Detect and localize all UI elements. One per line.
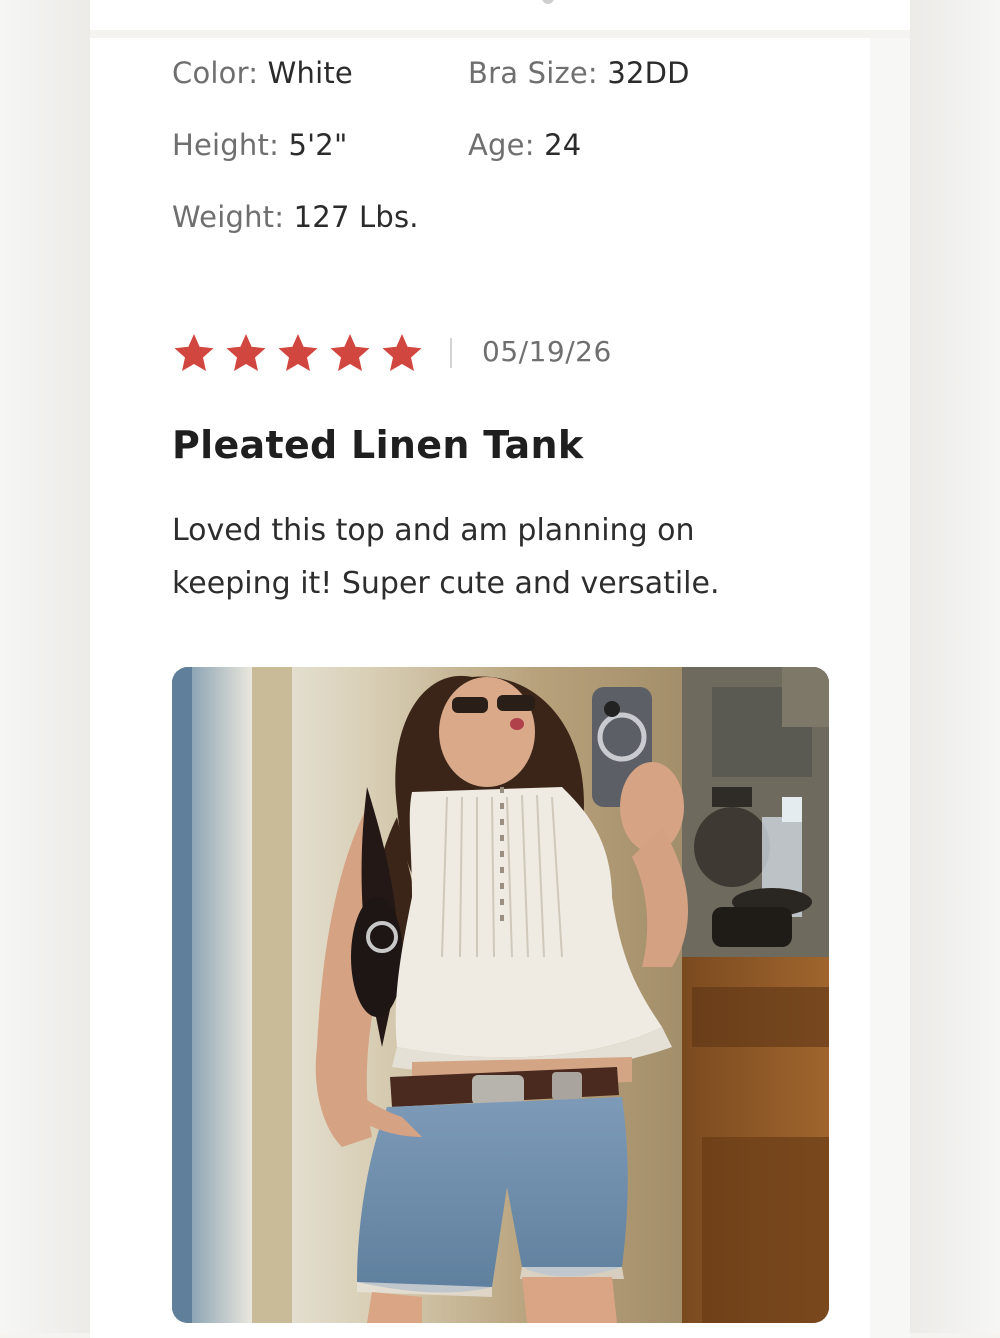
rating-divider	[450, 338, 452, 368]
attr-bra-size-value: 32DD	[607, 56, 690, 90]
attr-color-value: White	[267, 56, 353, 90]
attr-color: Color: White	[172, 56, 353, 90]
star-rating	[172, 332, 428, 372]
review-photo[interactable]	[172, 667, 829, 1323]
review-text: Loved this top and am planning on keepin…	[172, 513, 720, 601]
attr-weight-label: Weight:	[172, 200, 285, 234]
star-icon	[276, 332, 324, 372]
attr-height-label: Height:	[172, 128, 280, 162]
attr-height-value: 5'2"	[288, 128, 348, 162]
attr-weight-value: 127 Lbs.	[293, 200, 419, 234]
review-title: Pleated Linen Tank	[172, 423, 584, 467]
review-photo-image	[172, 667, 829, 1323]
star-icon	[380, 332, 428, 372]
attr-age-value: 24	[544, 128, 582, 162]
attr-color-label: Color:	[172, 56, 259, 90]
attr-height: Height: 5'2"	[172, 128, 347, 162]
attr-bra-size-label: Bra Size:	[468, 56, 598, 90]
star-icon	[172, 332, 220, 372]
page-backdrop-right	[910, 0, 1000, 1333]
review-date: 05/19/26	[482, 335, 612, 368]
attr-age-label: Age:	[468, 128, 535, 162]
attr-weight: Weight: 127 Lbs.	[172, 200, 419, 234]
attr-bra-size: Bra Size: 32DD	[468, 56, 690, 90]
attr-age: Age: 24	[468, 128, 581, 162]
page-backdrop-left	[0, 0, 90, 1333]
review-card: Color: White Bra Size: 32DD Height: 5'2"…	[90, 38, 870, 1338]
previous-card-edge	[90, 0, 910, 30]
star-icon	[224, 332, 272, 372]
previous-card-fragment	[542, 0, 554, 4]
star-icon	[328, 332, 376, 372]
card-edge-shadow	[870, 38, 910, 1338]
